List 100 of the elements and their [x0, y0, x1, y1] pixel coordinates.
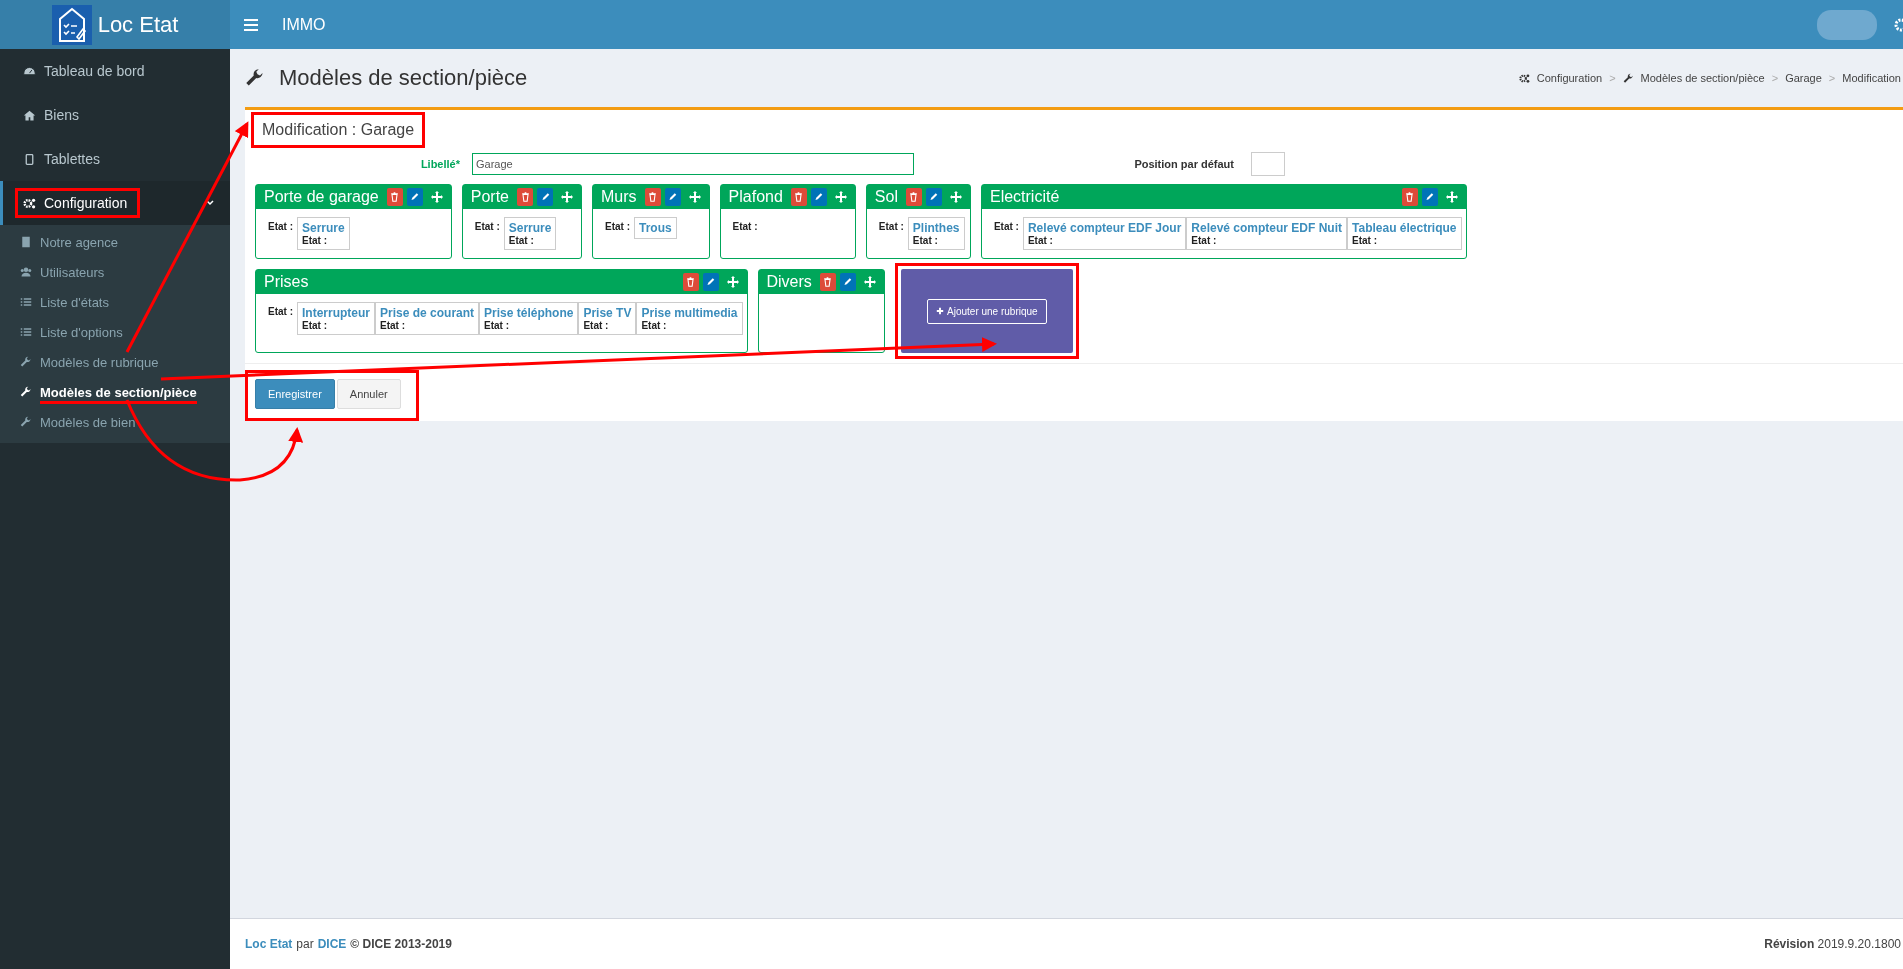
item-link[interactable]: Serrure — [302, 221, 345, 235]
plus-icon — [936, 307, 945, 315]
submenu-item[interactable]: Utilisateurs — [0, 257, 230, 287]
section-title: Sol — [874, 188, 898, 206]
company-link[interactable]: DICE — [317, 937, 347, 951]
item-link[interactable]: Serrure — [508, 221, 552, 235]
edit-button[interactable] — [406, 188, 423, 206]
state-label: Etat : — [878, 221, 904, 232]
edit-button[interactable] — [664, 188, 681, 206]
move-icon[interactable] — [949, 191, 962, 203]
state-label: Etat : — [508, 235, 535, 246]
delete-button[interactable] — [790, 188, 807, 206]
state-label: Etat : — [912, 235, 939, 246]
sidebar-item[interactable]: Tableau de bord — [0, 49, 230, 93]
panel-title: Modification : Garage — [251, 112, 426, 148]
checklist-house-icon — [51, 4, 92, 45]
sidebar-label: Configuration — [44, 195, 128, 211]
delete-button[interactable] — [1401, 188, 1418, 206]
tablet-icon — [23, 152, 36, 166]
edit-button[interactable] — [810, 188, 827, 206]
trash-icon — [794, 192, 804, 202]
sidebar-item[interactable]: Configuration — [0, 181, 230, 225]
edit-button[interactable] — [537, 188, 553, 206]
delete-button[interactable] — [644, 188, 661, 206]
submenu-item[interactable]: Modèles de rubrique — [0, 347, 230, 377]
breadcrumb-link[interactable]: Modification — [1842, 72, 1901, 84]
submenu-item[interactable]: Liste d'options — [0, 317, 230, 347]
home-icon — [23, 108, 36, 122]
cancel-button[interactable]: Annuler — [336, 379, 401, 409]
sidebar-item[interactable]: Tablettes — [0, 137, 230, 181]
trash-icon — [390, 192, 400, 202]
move-icon[interactable] — [863, 276, 876, 288]
state-label: Etat : — [732, 221, 758, 232]
move-icon[interactable] — [561, 191, 573, 203]
add-section-button[interactable]: Ajouter une rubrique — [927, 298, 1047, 324]
edit-button[interactable] — [1421, 188, 1438, 206]
item-link[interactable]: Relevé compteur EDF Nuit — [1191, 221, 1343, 235]
move-icon[interactable] — [1445, 191, 1458, 203]
copyright-text: © DICE 2013-2019 — [350, 937, 452, 951]
submenu-item[interactable]: Modèles de section/pièce — [0, 377, 230, 407]
section-title: Prises — [264, 273, 310, 291]
state-label: Etat : — [641, 320, 668, 331]
save-button[interactable]: Enregistrer — [255, 379, 335, 409]
submenu-label: Modèles de bien — [40, 414, 136, 430]
breadcrumb-link[interactable]: Modèles de section/pièce — [1640, 72, 1765, 84]
position-input-field[interactable] — [1251, 152, 1285, 176]
edit-button[interactable] — [702, 273, 719, 291]
state-label: Etat : — [268, 306, 293, 317]
delete-button[interactable] — [905, 188, 922, 206]
delete-button[interactable] — [682, 273, 699, 291]
move-icon[interactable] — [726, 276, 739, 288]
breadcrumb-link[interactable]: Configuration — [1536, 72, 1603, 84]
submenu-label: Modèles de section/pièce — [40, 384, 197, 404]
pencil-icon — [1425, 192, 1434, 202]
item-link[interactable]: Relevé compteur EDF Jour — [1027, 221, 1182, 235]
edit-button[interactable] — [839, 273, 856, 291]
state-label: Etat : — [380, 320, 406, 331]
delete-button[interactable] — [386, 188, 403, 206]
page-title: Modèles de section/pièce — [279, 65, 528, 91]
delete-button[interactable] — [517, 188, 533, 206]
item-link[interactable]: Plinthes — [912, 221, 960, 235]
dashboard-icon — [23, 64, 36, 78]
move-icon[interactable] — [834, 191, 847, 203]
submenu-item[interactable]: Notre agence — [0, 227, 230, 257]
state-label: Etat : — [1191, 235, 1218, 246]
trash-icon — [909, 192, 919, 202]
item-link[interactable]: Prise multimedia — [641, 306, 738, 320]
submenu-label: Modèles de rubrique — [40, 354, 159, 370]
state-label: Etat : — [484, 320, 511, 331]
wrench-icon — [1622, 72, 1634, 84]
sidebar-label: Biens — [44, 107, 80, 123]
section-title: Porte de garage — [264, 188, 379, 206]
item-link[interactable]: Prise de courant — [380, 306, 475, 320]
wrench-icon — [20, 386, 32, 398]
trash-icon — [648, 192, 658, 202]
brand-link[interactable]: Loc Etat — [245, 937, 293, 951]
item-link[interactable]: Trous — [639, 221, 672, 235]
name-input-field[interactable]: Garage — [472, 153, 914, 175]
pencil-icon — [668, 192, 678, 202]
section-title: Murs — [601, 188, 637, 206]
field-label: Position par défaut — [1133, 158, 1234, 170]
item-link[interactable]: Prise TV — [583, 306, 632, 320]
item-link[interactable]: Interrupteur — [302, 306, 370, 320]
delete-button[interactable] — [819, 273, 836, 291]
edit-button[interactable] — [925, 188, 942, 206]
move-icon[interactable] — [688, 191, 701, 203]
sidebar-item[interactable]: Biens — [0, 93, 230, 137]
breadcrumb-separator: > — [1771, 72, 1779, 84]
wrench-icon — [20, 416, 32, 428]
item-link[interactable]: Tableau électrique — [1352, 221, 1457, 235]
pencil-icon — [706, 277, 715, 287]
submenu-item[interactable]: Liste d'états — [0, 287, 230, 317]
section-title: Electricité — [989, 188, 1061, 206]
move-icon[interactable] — [430, 191, 443, 203]
breadcrumb-link[interactable]: Garage — [1785, 72, 1822, 84]
submenu-item[interactable]: Modèles de bien — [0, 407, 230, 437]
item-link[interactable]: Prise téléphone — [484, 306, 574, 320]
submenu-label: Liste d'états — [40, 294, 109, 310]
pencil-icon — [814, 192, 824, 202]
menu-icon[interactable] — [244, 18, 258, 31]
